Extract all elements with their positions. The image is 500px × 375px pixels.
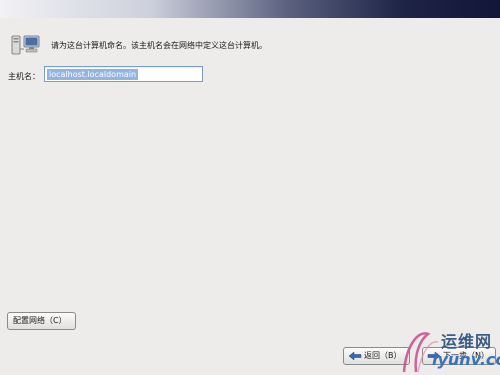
configure-network-button[interactable]: 配置网络（C） <box>7 312 76 330</box>
hostname-label: 主机名： <box>8 72 40 81</box>
watermark-brand-cn: 运维网 <box>441 332 493 351</box>
watermark-brand-en: iyunv.com <box>432 350 500 369</box>
intro-text: 请为这台计算机命名。该主机名会在网络中定义这台计算机。 <box>51 41 267 50</box>
back-label: 返回（B） <box>364 351 402 360</box>
network-computer-icon <box>11 35 40 55</box>
header-banner <box>0 0 500 18</box>
back-button[interactable]: 返回（B） <box>343 347 410 365</box>
arrow-left-icon <box>348 351 362 361</box>
configure-network-label: 配置网络（C） <box>13 316 67 325</box>
hostname-value: localhost.localdomain <box>47 69 139 80</box>
hostname-input[interactable]: localhost.localdomain <box>44 66 203 82</box>
